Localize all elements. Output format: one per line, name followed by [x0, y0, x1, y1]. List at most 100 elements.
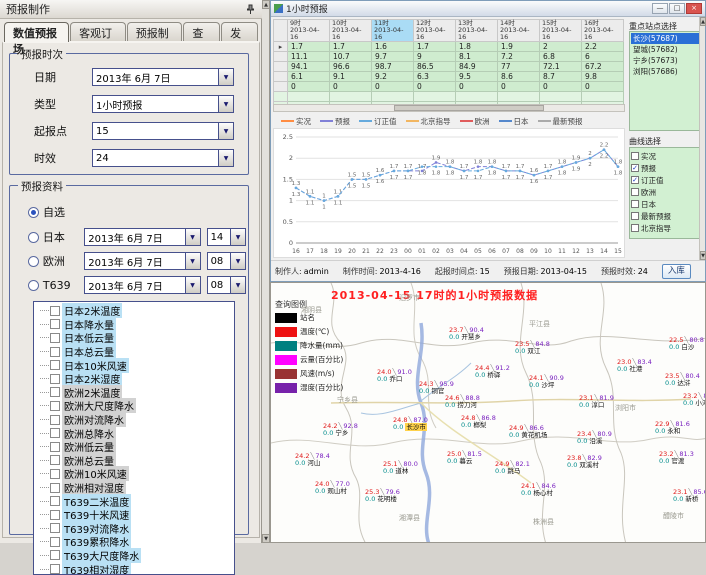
table-column-header[interactable]: 10时2013-04-16 — [330, 20, 372, 42]
tree-item[interactable]: 欧洲总降水 — [34, 426, 234, 440]
tree-item[interactable]: 欧洲相对湿度 — [34, 481, 234, 495]
table-cell[interactable] — [414, 92, 456, 102]
table-cell[interactable]: 0 — [498, 82, 540, 92]
chevron-down-icon[interactable]: ▼ — [230, 277, 245, 293]
checkbox-icon[interactable] — [50, 360, 60, 370]
table-row-header[interactable] — [274, 72, 288, 82]
station-list-item[interactable]: 宁乡(57673) — [631, 55, 699, 66]
table-cell[interactable]: 9.7 — [372, 52, 414, 62]
tab-预报制作[interactable]: 预报制作 — [127, 22, 183, 42]
table-cell[interactable]: 1.7 — [414, 42, 456, 52]
checkbox-icon[interactable] — [50, 306, 60, 316]
table-column-header[interactable]: 15时2013-04-16 — [540, 20, 582, 42]
checkbox-icon[interactable] — [631, 188, 639, 196]
table-cell[interactable]: 84.9 — [456, 62, 498, 72]
field-combobox-起报点[interactable]: 15▼ — [92, 122, 234, 140]
table-cell[interactable]: 9.1 — [330, 72, 372, 82]
table-cell[interactable]: 8.1 — [456, 52, 498, 62]
table-hscrollbar[interactable] — [273, 104, 625, 112]
checkbox-icon[interactable] — [631, 212, 639, 220]
tab-发布[interactable]: 发布 — [221, 22, 258, 42]
checkbox-icon[interactable] — [50, 401, 60, 411]
hour-combobox-欧洲[interactable]: 08▼ — [207, 252, 246, 270]
chevron-down-icon[interactable]: ▼ — [185, 253, 200, 269]
chevron-down-icon[interactable]: ▼ — [185, 277, 200, 293]
checkbox-icon[interactable]: ✓ — [631, 164, 639, 172]
chevron-down-icon[interactable]: ▼ — [218, 96, 233, 112]
checkbox-icon[interactable]: ✓ — [631, 176, 639, 184]
chevron-down-icon[interactable]: ▼ — [230, 253, 245, 269]
table-cell[interactable]: 1.7 — [288, 42, 330, 52]
table-cell[interactable]: 8.6 — [498, 72, 540, 82]
curve-option-预报[interactable]: ✓预报 — [631, 162, 699, 174]
checkbox-icon[interactable] — [50, 319, 60, 329]
table-cell[interactable]: 8.7 — [540, 72, 582, 82]
table-row-header[interactable] — [274, 92, 288, 102]
checkbox-icon[interactable] — [50, 564, 60, 574]
tree-item[interactable]: T639二米温度 — [34, 494, 234, 508]
table-cell[interactable]: 6.3 — [414, 72, 456, 82]
checkbox-icon[interactable] — [631, 200, 639, 208]
chevron-down-icon[interactable]: ▼ — [218, 69, 233, 85]
radio-自选[interactable] — [28, 207, 39, 218]
chevron-down-icon[interactable]: ▼ — [218, 123, 233, 139]
table-row-header[interactable]: ▸ — [274, 42, 288, 52]
checkbox-icon[interactable] — [50, 537, 60, 547]
forecast-data-tree[interactable]: 日本2米温度日本降水量日本低云量日本总云量日本10米风速日本2米湿度欧洲2米温度… — [33, 301, 235, 575]
close-button[interactable]: × — [686, 3, 702, 14]
table-cell[interactable]: 9.8 — [582, 72, 624, 82]
tree-item[interactable]: T639十米风速 — [34, 508, 234, 522]
table-cell[interactable]: 0 — [456, 82, 498, 92]
table-cell[interactable] — [372, 92, 414, 102]
checkbox-icon[interactable] — [50, 347, 60, 357]
window-titlebar[interactable]: 1小时预报 — □ × — [271, 1, 705, 17]
checkbox-icon[interactable] — [50, 333, 60, 343]
checkbox-icon[interactable] — [50, 415, 60, 425]
tree-item[interactable]: 欧洲大尺度降水 — [34, 399, 234, 413]
table-cell[interactable] — [582, 92, 624, 102]
table-cell[interactable]: 67.2 — [582, 62, 624, 72]
table-cell[interactable] — [498, 92, 540, 102]
tree-item[interactable]: 欧洲低云量 — [34, 440, 234, 454]
table-cell[interactable]: 0 — [582, 82, 624, 92]
table-hscroll-thumb[interactable] — [394, 105, 544, 111]
table-cell[interactable]: 6.1 — [288, 72, 330, 82]
table-column-header[interactable]: 16时2013-04-16 — [582, 20, 624, 42]
curve-option-日本[interactable]: 日本 — [631, 198, 699, 210]
table-cell[interactable]: 96.6 — [330, 62, 372, 72]
field-combobox-类型[interactable]: 1小时预报▼ — [92, 95, 234, 113]
window-vscrollbar[interactable]: ▲ ▼ — [699, 17, 705, 260]
table-column-header[interactable]: 13时2013-04-16 — [456, 20, 498, 42]
tree-item[interactable]: 欧洲2米温度 — [34, 386, 234, 400]
table-row-header[interactable] — [274, 62, 288, 72]
radio-日本[interactable] — [28, 232, 39, 243]
table-cell[interactable]: 72.1 — [540, 62, 582, 72]
chevron-down-icon[interactable]: ▼ — [230, 229, 245, 245]
hour-combobox-T639[interactable]: 08▼ — [207, 276, 246, 294]
tree-item[interactable]: 日本2米温度 — [34, 304, 234, 318]
radio-欧洲[interactable] — [28, 256, 39, 267]
curve-option-订正值[interactable]: ✓订正值 — [631, 174, 699, 186]
tree-item[interactable]: 日本2米湿度 — [34, 372, 234, 386]
table-cell[interactable]: 0 — [288, 82, 330, 92]
table-cell[interactable]: 9.5 — [456, 72, 498, 82]
table-column-header[interactable]: 12时2013-04-16 — [414, 20, 456, 42]
table-cell[interactable] — [540, 92, 582, 102]
tree-item[interactable]: T639对流降水 — [34, 522, 234, 536]
table-cell[interactable]: 1.6 — [372, 42, 414, 52]
hour-combobox-日本[interactable]: 14▼ — [207, 228, 246, 246]
scroll-down-icon[interactable]: ▼ — [262, 534, 270, 543]
table-cell[interactable]: 1.8 — [456, 42, 498, 52]
table-cell[interactable] — [330, 92, 372, 102]
table-row-header[interactable] — [274, 82, 288, 92]
date-combobox-欧洲[interactable]: 2013年 6月 7日▼ — [84, 252, 200, 270]
table-cell[interactable]: 0 — [540, 82, 582, 92]
tree-item[interactable]: T639相对湿度 — [34, 562, 234, 575]
tree-item[interactable]: 欧洲对流降水 — [34, 413, 234, 427]
table-cell[interactable]: 10.7 — [330, 52, 372, 62]
curve-option-实况[interactable]: 实况 — [631, 150, 699, 162]
checkbox-icon[interactable] — [50, 442, 60, 452]
checkbox-icon[interactable] — [50, 374, 60, 384]
checkbox-icon[interactable] — [50, 469, 60, 479]
station-list-item[interactable]: 浏阳(57686) — [631, 66, 699, 77]
